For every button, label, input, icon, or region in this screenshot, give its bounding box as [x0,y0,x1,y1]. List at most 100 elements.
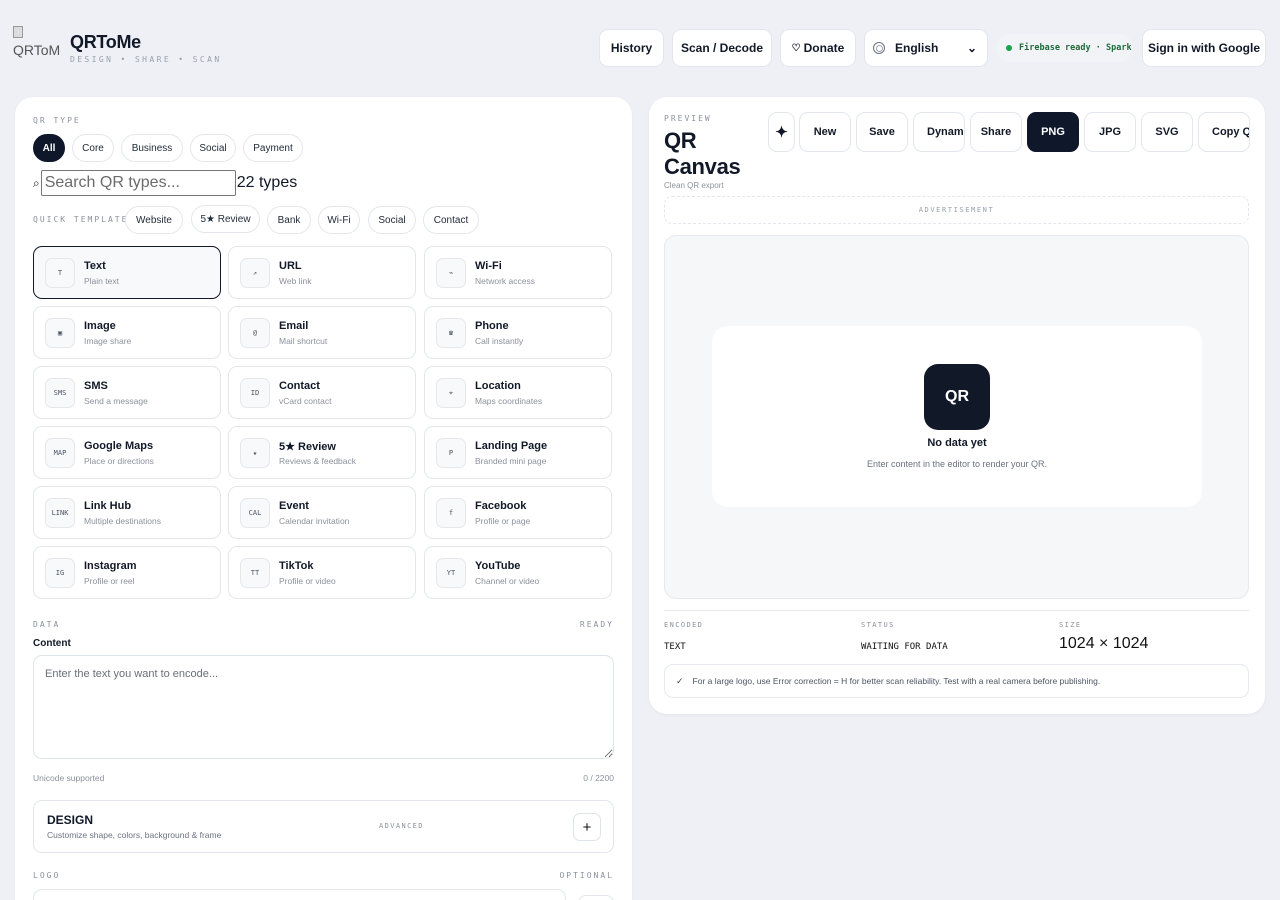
type-card-link-hub[interactable]: LINK Link Hub Multiple destinations [33,486,221,539]
ai-assist-button[interactable]: ✦ [768,112,795,152]
calendar-icon: CAL [240,498,270,528]
empty-state-title: No data yet [927,437,987,449]
type-card-subtitle: Call instantly [475,336,524,346]
type-card-title: Link Hub [84,500,132,512]
content-textarea[interactable] [33,655,614,759]
share-button[interactable]: Share [970,112,1022,152]
png-format-button[interactable]: PNG [1027,112,1079,152]
chevron-down-icon: ⌄ [966,41,977,55]
logo-label: LOGO [33,871,61,880]
dynamic-button[interactable]: Dynamic [913,112,965,152]
type-card-title: Facebook [475,500,527,512]
type-card-google-maps[interactable]: MAP Google Maps Place or directions [33,426,221,479]
type-card-landing-page[interactable]: P Landing Page Branded mini page [424,426,612,479]
preview-subtitle: Clean QR export [664,181,724,190]
type-card-title: Event [279,500,309,512]
heart-icon: ♡ [791,42,801,54]
template-contact[interactable]: Contact [423,206,479,234]
filter-social[interactable]: Social [190,134,236,162]
instagram-icon: IG [45,558,75,588]
facebook-icon: f [436,498,466,528]
empty-state-card: QR No data yet Enter content in the edit… [712,326,1202,507]
type-card-subtitle: Send a message [84,396,148,406]
type-card-subtitle: Channel or video [475,576,540,586]
tiktok-icon: TT [240,558,270,588]
plus-icon: + [582,818,592,836]
type-card-title: 5★ Review [279,441,336,453]
type-card-youtube[interactable]: YT YouTube Channel or video [424,546,612,599]
type-card-facebook[interactable]: f Facebook Profile or page [424,486,612,539]
type-card-title: URL [279,260,302,272]
filter-all[interactable]: All [33,134,65,162]
type-search-row: ⌕ 22 types [33,170,297,196]
type-card-title: YouTube [475,560,521,572]
brand-logo-image: QRToMe [13,26,61,62]
new-button[interactable]: New [799,112,851,152]
donate-button[interactable]: ♡ Donate [780,29,856,67]
type-card-subtitle: Profile or reel [84,576,135,586]
encoded-value: TEXT [664,642,686,652]
type-card-title: Email [279,320,309,332]
tip-text: For a large logo, use Error correction =… [692,676,1101,686]
type-card-wifi[interactable]: ⌁ Wi-Fi Network access [424,246,612,299]
type-card-phone[interactable]: ☎ Phone Call instantly [424,306,612,359]
template-bank[interactable]: Bank [267,206,311,234]
image-icon: ▣ [45,318,75,348]
design-section[interactable]: DESIGN Customize shape, colors, backgrou… [33,800,614,853]
type-card-contact[interactable]: ID Contact vCard contact [228,366,416,419]
type-card-subtitle: Web link [279,276,312,286]
svg-format-button[interactable]: SVG [1141,112,1193,152]
expand-design-button[interactable]: + [573,813,601,841]
logo-upload-field[interactable] [33,889,566,900]
copy-qr-button[interactable]: Copy QR [1198,112,1250,152]
logo-tag: OPTIONAL [559,871,614,880]
type-card-tiktok[interactable]: TT TikTok Profile or video [228,546,416,599]
type-card-subtitle: Mail shortcut [279,336,328,346]
data-label: DATA [33,620,61,629]
qr-type-label: QR TYPE [33,116,81,125]
type-card-title: Contact [279,380,320,392]
language-select[interactable]: English ⌄ [864,29,988,67]
jpg-format-button[interactable]: JPG [1084,112,1136,152]
map-icon: MAP [45,438,75,468]
logo-action-button[interactable] [578,895,614,900]
type-card-text[interactable]: T Text Plain text [33,246,221,299]
qr-placeholder-icon: QR [924,364,990,430]
stats-divider [664,610,1249,611]
type-card-url[interactable]: ↗ URL Web link [228,246,416,299]
type-card-subtitle: Multiple destinations [84,516,162,526]
text-icon: T [45,258,75,288]
template-review[interactable]: 5★ Review [191,205,260,233]
design-title: DESIGN [47,813,94,827]
type-card-subtitle: Image share [84,336,132,346]
type-card-sms[interactable]: SMS SMS Send a message [33,366,221,419]
type-card-image[interactable]: ▣ Image Image share [33,306,221,359]
qr-canvas-area: QR No data yet Enter content in the edit… [664,235,1249,599]
template-social[interactable]: Social [368,206,416,234]
filter-payment[interactable]: Payment [243,134,303,162]
type-search-input[interactable] [40,170,236,196]
link-icon: LINK [45,498,75,528]
type-card-instagram[interactable]: IG Instagram Profile or reel [33,546,221,599]
filter-core[interactable]: Core [72,134,114,162]
content-label: Content [33,638,71,649]
type-card-location[interactable]: ⌖ Location Maps coordinates [424,366,612,419]
template-website[interactable]: Website [125,206,183,234]
scan-decode-button[interactable]: Scan / Decode [672,29,772,67]
type-card-subtitle: Network access [475,276,535,286]
size-value: 1024 × 1024 [1059,635,1149,652]
status-dot-icon [1006,45,1012,51]
type-card-title: Phone [475,320,509,332]
char-count: 0 / 2200 [583,773,614,783]
phone-icon: ☎ [436,318,466,348]
type-card-review[interactable]: ★ 5★ Review Reviews & feedback [228,426,416,479]
type-card-event[interactable]: CAL Event Calendar invitation [228,486,416,539]
type-card-subtitle: Calendar invitation [279,516,350,526]
type-card-email[interactable]: @ Email Mail shortcut [228,306,416,359]
history-button[interactable]: History [599,29,664,67]
type-card-subtitle: Profile or video [279,576,336,586]
template-wifi[interactable]: Wi-Fi [318,206,360,234]
filter-business[interactable]: Business [121,134,183,162]
save-button[interactable]: Save [856,112,908,152]
sign-in-google-button[interactable]: Sign in with Google [1142,29,1266,67]
